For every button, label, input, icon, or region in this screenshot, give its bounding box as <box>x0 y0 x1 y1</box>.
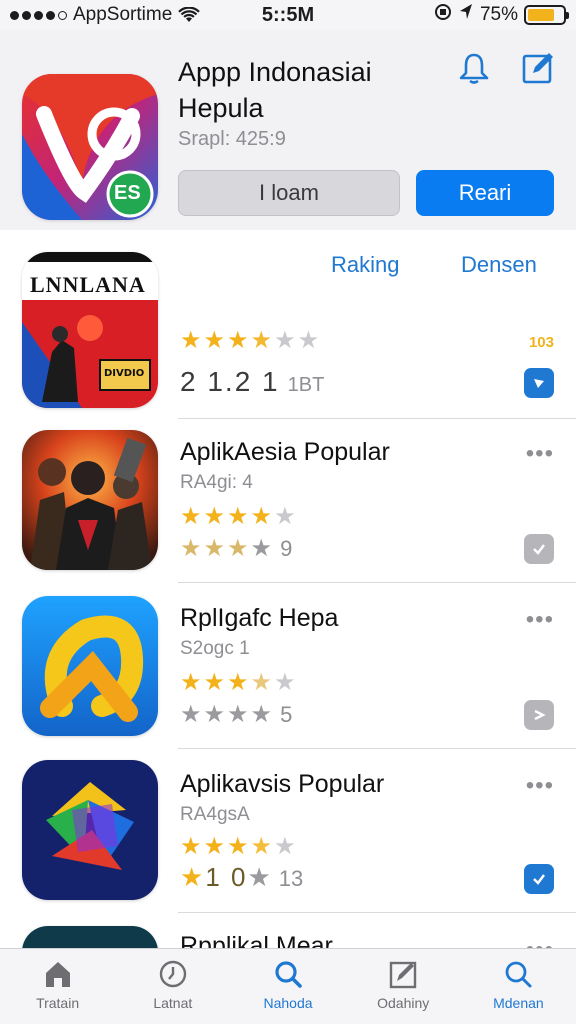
star-rating: ★★★★★★ <box>180 327 322 354</box>
tab-search-2[interactable]: Mdenan <box>461 949 576 1024</box>
more-options-icon[interactable]: ••• <box>526 936 554 948</box>
edit-square-icon <box>390 961 417 989</box>
app-icon-badge-text: DIVDIO <box>104 368 145 379</box>
bell-icon[interactable] <box>456 50 492 86</box>
rating-summary: 2 1.2 1 1BT <box>180 366 324 398</box>
app-icon-title: LNNLANA <box>30 272 146 297</box>
tab-latest[interactable]: Latnat <box>115 949 230 1024</box>
more-options-icon[interactable]: ••• <box>526 772 554 800</box>
search-icon <box>275 961 302 988</box>
rating-main: 2 1.2 1 <box>180 366 280 397</box>
tab-updates[interactable]: Odahiny <box>346 949 461 1024</box>
app-subtitle: RA4gi: 4 <box>180 472 253 493</box>
rating-count: 9 <box>280 536 293 561</box>
rating-prefix: 1 0 <box>205 862 248 892</box>
carrier-label: AppSortime <box>73 4 173 25</box>
orientation-lock-icon <box>434 3 452 27</box>
installed-badge-icon[interactable] <box>524 864 554 894</box>
primary-action-button[interactable]: Reari <box>416 170 554 216</box>
list-item[interactable]: AplikAesia Popular RA4gi: 4 ★★★★★ ★★★★ 9 … <box>0 420 576 582</box>
wifi-icon <box>178 7 201 23</box>
featured-badge-text: ES <box>114 182 141 204</box>
tab-bar: Tratain Latnat Nahoda Odahiny Mdenan <box>0 948 576 1024</box>
status-left: AppSortime <box>10 4 210 26</box>
search-icon <box>506 961 532 988</box>
divider <box>178 748 576 749</box>
star-rating-secondary: ★★★★ 5 <box>180 701 293 728</box>
app-name: Aplikavsis Popular <box>180 770 385 798</box>
list-item[interactable]: RplIgafc Hepa S2ogc 1 ★★★★★ ★★★★ 5 ••• <box>0 584 576 748</box>
featured-app-subtitle: Srapl: 425:9 <box>178 128 286 150</box>
more-options-icon[interactable]: ••• <box>526 440 554 468</box>
installed-badge-icon[interactable] <box>524 534 554 564</box>
star-rating: ★★★★★ <box>180 833 298 860</box>
battery-level <box>528 9 554 21</box>
location-icon <box>458 3 474 27</box>
app-name: RplIgafc Hepa <box>180 604 339 632</box>
star-rating-secondary: ★★★★ 9 <box>180 535 293 562</box>
list-item[interactable]: LNNLANA DIVDIO ★★★★★★ 103 2 1.2 1 1BT <box>0 248 576 418</box>
tab-label: Latnat <box>153 995 193 1011</box>
tab-label: Nahoda <box>263 995 313 1011</box>
edit-icon[interactable] <box>520 50 556 86</box>
app-subtitle: RA4gsA <box>180 804 250 825</box>
app-header: ES Appp Indonasiai Hepula Srapl: 425:9 I… <box>0 30 576 230</box>
featured-app-icon[interactable]: ES <box>22 74 158 220</box>
rating-count: 13 <box>278 866 304 891</box>
featured-app-title: Appp Indonasiai Hepula <box>178 57 372 123</box>
app-name: AplikAesia Popular <box>180 438 390 466</box>
tab-label: Odahiny <box>377 995 430 1011</box>
app-icon <box>22 926 158 948</box>
tab-label: Mdenan <box>493 995 544 1011</box>
divider <box>178 418 576 419</box>
clock-icon <box>159 960 186 988</box>
app-icon: LNNLANA DIVDIO <box>22 252 158 408</box>
divider <box>178 912 576 913</box>
more-options-icon[interactable]: ••• <box>526 606 554 634</box>
rating-count: 1BT <box>287 374 325 396</box>
rank-number: 103 <box>528 334 554 351</box>
status-bar: AppSortime 5::5M 75% <box>0 0 576 30</box>
home-icon <box>45 962 70 987</box>
star-rating: ★★★★★ <box>180 503 298 530</box>
secondary-action-button[interactable]: I loam <box>178 170 400 216</box>
star-rating: ★★★★★ <box>180 669 298 696</box>
app-icon <box>22 760 158 900</box>
installed-badge-icon[interactable] <box>524 700 554 730</box>
rating-count: 5 <box>280 702 293 727</box>
download-badge-icon[interactable] <box>524 368 554 398</box>
divider <box>178 582 576 583</box>
status-right: 75% <box>434 3 569 27</box>
app-icon <box>22 430 158 570</box>
battery-icon <box>524 5 569 25</box>
app-subtitle: S2ogc 1 <box>180 638 250 659</box>
list-item[interactable]: Rpplikal Mear ••• <box>0 914 576 948</box>
tab-home[interactable]: Tratain <box>0 949 115 1024</box>
tab-label: Tratain <box>36 995 80 1011</box>
list-item[interactable]: Aplikavsis Popular RA4gsA ★★★★★ ★1 0★ 13 … <box>0 750 576 912</box>
app-name: Rpplikal Mear <box>180 932 333 948</box>
app-icon <box>22 596 158 736</box>
tab-search[interactable]: Nahoda <box>230 949 345 1024</box>
battery-percent: 75% <box>479 4 518 25</box>
star-rating-secondary: ★1 0★ 13 <box>180 862 304 892</box>
signal-strength-icon <box>10 10 67 20</box>
